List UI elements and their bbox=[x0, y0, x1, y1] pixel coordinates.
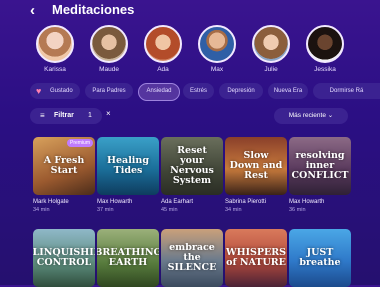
meditation-card[interactable]: BREATHING EARTH bbox=[97, 229, 159, 287]
meditation-card[interactable]: Reset your Nervous System Ada Earhart 45… bbox=[161, 137, 223, 213]
meditation-thumbnail[interactable]: JUST breathe bbox=[289, 229, 351, 287]
thumbnail-title: BREATHING EARTH bbox=[97, 247, 159, 268]
thumbnail-title: Slow Down and Rest bbox=[229, 150, 283, 181]
card-author: Sabrina Pierotti bbox=[225, 199, 267, 205]
meditation-card[interactable]: A Fresh Start Premium Mark Holgate 34 mi… bbox=[33, 137, 95, 213]
card-duration: 45 min bbox=[161, 207, 178, 213]
meditation-card[interactable]: Healing Tides Max Howarth 37 min bbox=[97, 137, 159, 213]
thumbnail-title: WHISPERS of NATURE bbox=[225, 247, 287, 268]
thumbnail-title: A Fresh Start bbox=[43, 155, 85, 176]
meditation-card[interactable]: WHISPERS of NATURE bbox=[225, 229, 287, 287]
card-author: Ada Earhart bbox=[161, 199, 194, 205]
meditation-thumbnail[interactable]: Healing Tides bbox=[97, 137, 159, 195]
thumbnail-title: JUST breathe bbox=[299, 247, 341, 268]
meditation-thumbnail[interactable]: RELINQUISHING CONTROL bbox=[33, 229, 95, 287]
card-duration: 34 min bbox=[33, 207, 50, 213]
meditation-thumbnail[interactable]: Reset your Nervous System bbox=[161, 137, 223, 195]
thumbnail-title: embrace the SILENCE bbox=[167, 242, 217, 273]
card-duration: 34 min bbox=[225, 207, 242, 213]
premium-badge: Premium bbox=[66, 139, 93, 147]
meditation-thumbnail[interactable]: A Fresh Start Premium bbox=[33, 137, 95, 195]
card-author: Mark Holgate bbox=[33, 199, 69, 205]
meditation-thumbnail[interactable]: WHISPERS of NATURE bbox=[225, 229, 287, 287]
card-author: Max Howarth bbox=[289, 199, 325, 205]
meditation-card[interactable]: JUST breathe bbox=[289, 229, 351, 287]
card-duration: 37 min bbox=[97, 207, 114, 213]
meditation-card[interactable]: embrace the SILENCE bbox=[161, 229, 223, 287]
thumbnail-title: Healing Tides bbox=[107, 155, 149, 176]
meditation-thumbnail[interactable]: embrace the SILENCE bbox=[161, 229, 223, 287]
meditation-card[interactable]: RELINQUISHING CONTROL bbox=[33, 229, 95, 287]
meditation-card[interactable]: resolving inner CONFLICT Max Howarth 36 … bbox=[289, 137, 351, 213]
thumbnail-title: resolving inner CONFLICT bbox=[291, 150, 349, 181]
card-duration: 36 min bbox=[289, 207, 306, 213]
meditation-thumbnail[interactable]: BREATHING EARTH bbox=[97, 229, 159, 287]
meditation-card[interactable]: Slow Down and Rest Sabrina Pierotti 34 m… bbox=[225, 137, 287, 213]
thumbnail-title: Reset your Nervous System bbox=[170, 145, 214, 186]
card-author: Max Howarth bbox=[97, 199, 133, 205]
thumbnail-title: RELINQUISHING CONTROL bbox=[33, 247, 95, 268]
meditation-grid: A Fresh Start Premium Mark Holgate 34 mi… bbox=[0, 0, 380, 287]
meditation-thumbnail[interactable]: Slow Down and Rest bbox=[225, 137, 287, 195]
meditation-thumbnail[interactable]: resolving inner CONFLICT bbox=[289, 137, 351, 195]
